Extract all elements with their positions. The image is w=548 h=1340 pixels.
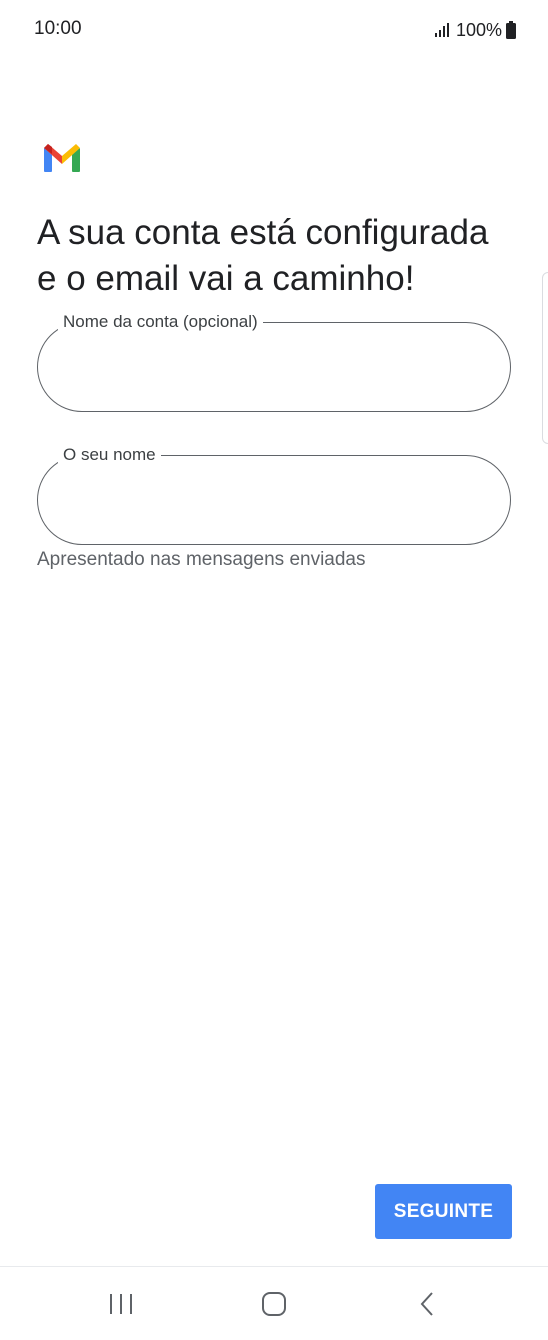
battery-icon	[506, 21, 516, 39]
your-name-helper-text: Apresentado nas mensagens enviadas	[37, 549, 366, 570]
back-icon	[420, 1292, 433, 1316]
status-indicators: 100%	[434, 18, 516, 42]
signal-icon	[434, 23, 449, 37]
status-time: 10:00	[34, 18, 82, 39]
edge-panel-handle[interactable]	[542, 272, 548, 444]
page-title: A sua conta está configurada e o email v…	[37, 213, 489, 298]
account-name-input[interactable]	[62, 347, 486, 389]
gmail-logo-icon	[44, 144, 80, 172]
battery-percentage: 100%	[455, 19, 502, 40]
recents-icon	[110, 1294, 132, 1314]
your-name-input[interactable]	[62, 480, 486, 522]
your-name-field[interactable]: O seu nome	[37, 444, 511, 545]
your-name-label: O seu nome	[58, 444, 161, 466]
recents-button[interactable]	[101, 1287, 141, 1321]
account-name-field[interactable]: Nome da conta (opcional)	[37, 311, 511, 412]
account-name-label: Nome da conta (opcional)	[58, 311, 263, 333]
navigation-bar	[0, 1266, 548, 1340]
home-button[interactable]	[254, 1287, 294, 1321]
home-icon	[262, 1292, 286, 1316]
next-button[interactable]: SEGUINTE	[375, 1184, 512, 1239]
status-bar: 10:00 100%	[0, 0, 548, 60]
back-button[interactable]	[408, 1287, 448, 1321]
